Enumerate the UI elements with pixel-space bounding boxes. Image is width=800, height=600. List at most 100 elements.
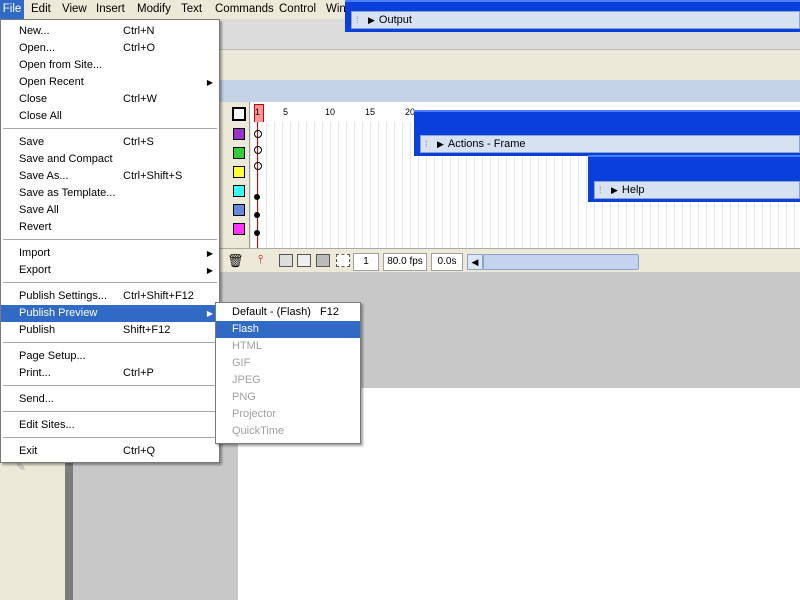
keyframe-filled[interactable] — [254, 230, 260, 236]
file-menu-item-edit-sites[interactable]: Edit Sites... — [1, 417, 219, 434]
menu-separator — [3, 128, 217, 129]
menu-item-label: Import — [19, 247, 51, 259]
center-frame-icon[interactable]: ⫯ — [258, 252, 263, 267]
menu-item-label: Open Recent — [19, 76, 84, 88]
preview-item-projector: Projector — [216, 406, 360, 423]
menu-item-shortcut: Ctrl+N — [123, 25, 155, 37]
grip-icon[interactable]: ⁞ — [599, 182, 607, 198]
layer-color-swatch[interactable] — [233, 223, 245, 235]
keyframe-filled[interactable] — [254, 194, 260, 200]
menu-control[interactable]: Control — [279, 0, 316, 19]
actions-panel[interactable]: ⁞ ▶ Actions - Frame — [414, 110, 800, 156]
onion-outline-icon[interactable] — [297, 254, 311, 267]
menu-item-label: Projector — [232, 408, 277, 420]
edit-bar — [220, 50, 800, 80]
menu-file[interactable]: File — [0, 0, 24, 19]
submenu-arrow-icon: ▶ — [206, 266, 213, 275]
menu-item-shortcut: Ctrl+Q — [123, 445, 156, 457]
menu-item-shortcut: F12 — [320, 306, 339, 318]
menu-edit[interactable]: Edit — [31, 0, 51, 19]
file-menu-item-close-all[interactable]: Close All — [1, 108, 219, 125]
menu-item-label: Default - (Flash) — [232, 306, 311, 318]
output-panel[interactable]: ⁞ ▶ Output — [345, 0, 800, 32]
panel-title: Output — [378, 14, 412, 26]
ruler-label: 5 — [283, 107, 289, 117]
expand-triangle-icon[interactable]: ▶ — [437, 136, 444, 152]
preview-item-default-flash[interactable]: Default - (Flash) F12 — [216, 304, 360, 321]
layer-color-swatch[interactable] — [233, 204, 245, 216]
ruler-label: 1 — [255, 107, 261, 117]
file-menu-item-send[interactable]: Send... — [1, 391, 219, 408]
file-menu-item-save-as-template[interactable]: Save as Template... — [1, 185, 219, 202]
file-menu-item-save-as[interactable]: Save As... Ctrl+Shift+S — [1, 168, 219, 185]
menu-window[interactable]: Win — [326, 0, 346, 19]
menu-item-label: Save As... — [19, 170, 69, 182]
file-menu-item-publish-settings[interactable]: Publish Settings... Ctrl+Shift+F12 — [1, 288, 219, 305]
keyframe-filled[interactable] — [254, 212, 260, 218]
file-menu-item-publish[interactable]: Publish Shift+F12 — [1, 322, 219, 339]
menu-item-label: Page Setup... — [19, 350, 86, 362]
output-panel-titlebar[interactable]: ⁞ ▶ Output — [351, 11, 800, 29]
keyframe-empty[interactable] — [254, 130, 262, 138]
file-menu-item-print[interactable]: Print... Ctrl+P — [1, 365, 219, 382]
menu-separator — [3, 282, 217, 283]
file-menu-item-revert[interactable]: Revert — [1, 219, 219, 236]
layer-color-swatch[interactable] — [233, 128, 245, 140]
actions-panel-titlebar[interactable]: ⁞ ▶ Actions - Frame — [420, 135, 800, 153]
file-menu-item-save-and-compact[interactable]: Save and Compact — [1, 151, 219, 168]
file-menu-item-exit[interactable]: Exit Ctrl+Q — [1, 443, 219, 460]
file-menu-item-page-setup[interactable]: Page Setup... — [1, 348, 219, 365]
file-menu-item-save[interactable]: Save Ctrl+S — [1, 134, 219, 151]
layer-color-swatch[interactable] — [233, 166, 245, 178]
file-menu-item-publish-preview[interactable]: Publish Preview ▶ — [1, 305, 219, 322]
menu-view[interactable]: View — [62, 0, 87, 19]
file-menu-item-import[interactable]: Import ▶ — [1, 245, 219, 262]
help-panel-titlebar[interactable]: ⁞ ▶ Help — [594, 181, 800, 199]
onion-skin-icon[interactable] — [279, 254, 293, 267]
file-menu-item-open[interactable]: Open... Ctrl+O — [1, 40, 219, 57]
publish-preview-submenu: Default - (Flash) F12 Flash HTML GIF JPEG PNG P… — [215, 302, 361, 444]
preview-item-flash[interactable]: Flash — [216, 321, 360, 338]
menu-separator — [3, 385, 217, 386]
menu-item-label: Save All — [19, 204, 59, 216]
keyframe-empty[interactable] — [254, 146, 262, 154]
file-menu-item-new[interactable]: New... Ctrl+N — [1, 23, 219, 40]
menu-item-label: Send... — [19, 393, 54, 405]
menu-separator — [3, 239, 217, 240]
timeline-scrollbar-thumb[interactable] — [483, 254, 639, 270]
submenu-arrow-icon: ▶ — [206, 309, 213, 318]
delete-layer-icon[interactable]: 🗑 — [227, 253, 244, 269]
layer-color-swatch[interactable] — [233, 185, 245, 197]
menu-item-label: Print... — [19, 367, 51, 379]
menu-modify[interactable]: Modify — [137, 0, 171, 19]
scroll-left-button[interactable]: ◀ — [467, 254, 483, 270]
expand-triangle-icon[interactable]: ▶ — [368, 12, 375, 28]
file-menu-item-close[interactable]: Close Ctrl+W — [1, 91, 219, 108]
file-menu-item-open-from-site[interactable]: Open from Site... — [1, 57, 219, 74]
preview-item-quicktime: QuickTime — [216, 423, 360, 440]
menu-text[interactable]: Text — [181, 0, 202, 19]
layer-color-swatch[interactable] — [233, 147, 245, 159]
timeline-status-bar: 🗑 ⫯ 1 80.0 fps 0.0s ◀ — [215, 248, 800, 273]
outline-toggle-icon[interactable] — [232, 107, 246, 121]
help-panel[interactable]: ⁞ ▶ Help — [588, 155, 800, 202]
frame-rate-field[interactable]: 80.0 fps — [383, 253, 427, 271]
file-menu-item-open-recent[interactable]: Open Recent ▶ — [1, 74, 219, 91]
grip-icon[interactable]: ⁞ — [425, 136, 433, 152]
preview-item-gif: GIF — [216, 355, 360, 372]
keyframe-empty[interactable] — [254, 162, 262, 170]
menu-item-shortcut: Ctrl+Shift+S — [123, 170, 183, 182]
grip-icon[interactable]: ⁞ — [356, 12, 364, 28]
expand-triangle-icon[interactable]: ▶ — [611, 182, 618, 198]
file-menu-item-save-all[interactable]: Save All — [1, 202, 219, 219]
edit-multiple-frames-icon[interactable] — [316, 254, 330, 267]
file-menu-item-export[interactable]: Export ▶ — [1, 262, 219, 279]
menu-item-label: QuickTime — [232, 425, 285, 437]
menu-separator — [3, 411, 217, 412]
timeline-header — [220, 80, 800, 102]
menu-item-label: Exit — [19, 445, 38, 457]
menu-item-label: Open... — [19, 42, 56, 54]
modify-markers-icon[interactable] — [336, 254, 350, 267]
menu-insert[interactable]: Insert — [96, 0, 125, 19]
menu-commands[interactable]: Commands — [215, 0, 274, 19]
